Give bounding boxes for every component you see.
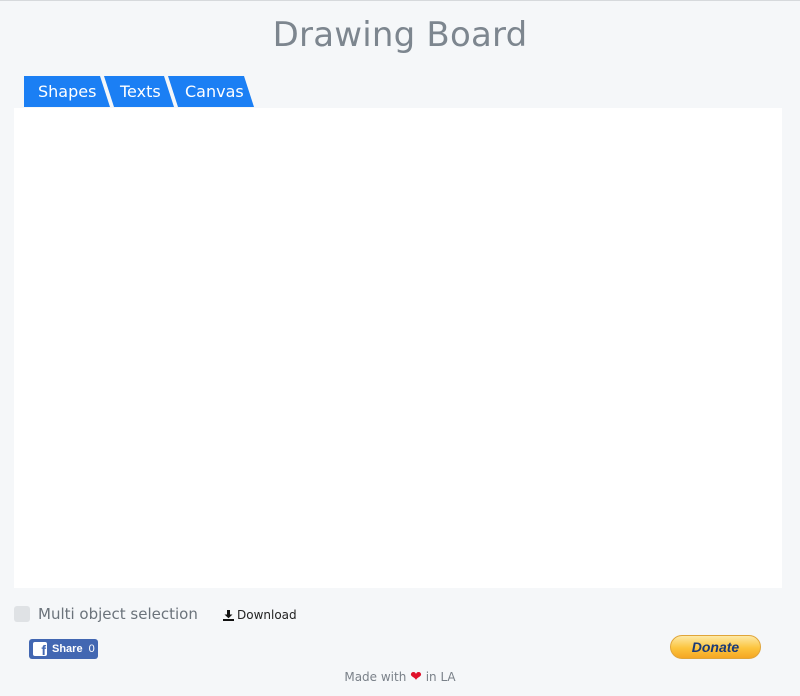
tab-canvas[interactable]: Canvas	[168, 76, 254, 107]
share-count: 0	[88, 643, 95, 655]
multi-select-checkbox[interactable]	[14, 606, 30, 622]
tab-bar: Shapes Texts Canvas	[24, 76, 248, 108]
donate-button[interactable]: Donate	[670, 635, 761, 659]
multi-select-option[interactable]: Multi object selection	[14, 605, 198, 623]
heart-icon: ❤	[410, 669, 422, 685]
download-label: Download	[237, 608, 297, 622]
footer-suffix: in LA	[425, 670, 456, 684]
footer-prefix: Made with	[344, 670, 407, 684]
download-icon	[223, 609, 234, 621]
tab-shapes[interactable]: Shapes	[24, 76, 110, 107]
footer: Made with ❤ in LA	[0, 669, 800, 685]
tab-texts[interactable]: Texts	[104, 76, 174, 107]
page-title: Drawing Board	[272, 15, 528, 55]
download-button[interactable]: Download	[223, 608, 297, 622]
drawing-canvas[interactable]	[14, 108, 782, 588]
facebook-icon: f	[33, 642, 47, 656]
share-label: Share	[52, 643, 83, 655]
facebook-share-button[interactable]: f Share 0	[29, 639, 98, 659]
multi-select-label: Multi object selection	[38, 605, 198, 623]
